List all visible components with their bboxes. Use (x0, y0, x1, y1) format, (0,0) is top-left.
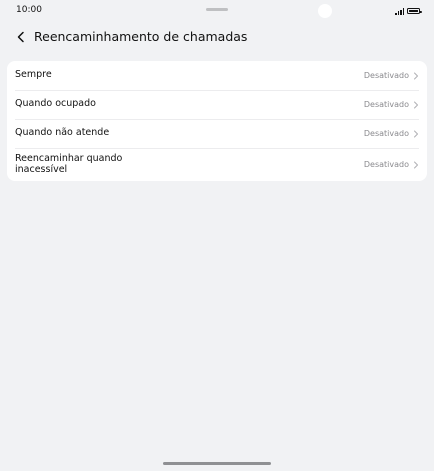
top-pill-indicator (206, 8, 228, 11)
row-unreachable[interactable]: Reencaminhar quando inacessível Desativa… (7, 148, 427, 181)
row-status: Desativado (363, 71, 409, 80)
row-when-busy[interactable]: Quando ocupado Desativado (7, 90, 427, 119)
row-always[interactable]: Sempre Desativado (7, 61, 427, 90)
row-label: Quando ocupado (15, 98, 96, 110)
back-button[interactable] (12, 28, 30, 46)
row-status: Desativado (363, 129, 409, 138)
row-status: Desativado (363, 160, 409, 169)
chevron-right-icon (413, 161, 419, 169)
row-no-answer[interactable]: Quando não atende Desativado (7, 119, 427, 148)
status-bar: 10:00 (0, 0, 434, 22)
signal-icon (395, 7, 404, 15)
row-label: Reencaminhar quando inacessível (15, 152, 123, 175)
camera-cutout (318, 4, 332, 18)
chevron-right-icon (413, 72, 419, 80)
status-icons (395, 6, 422, 16)
chevron-right-icon (413, 130, 419, 138)
chevron-left-icon (17, 31, 24, 43)
chevron-right-icon (413, 101, 419, 109)
row-label: Sempre (15, 69, 52, 81)
header: Reencaminhamento de chamadas (0, 26, 434, 48)
call-forwarding-list: Sempre Desativado Quando ocupado Desativ… (7, 61, 427, 181)
page-title: Reencaminhamento de chamadas (34, 29, 248, 44)
home-indicator[interactable] (163, 462, 271, 465)
battery-icon (407, 8, 422, 14)
row-label: Quando não atende (15, 127, 110, 139)
row-status: Desativado (363, 100, 409, 109)
status-time: 10:00 (16, 5, 42, 15)
